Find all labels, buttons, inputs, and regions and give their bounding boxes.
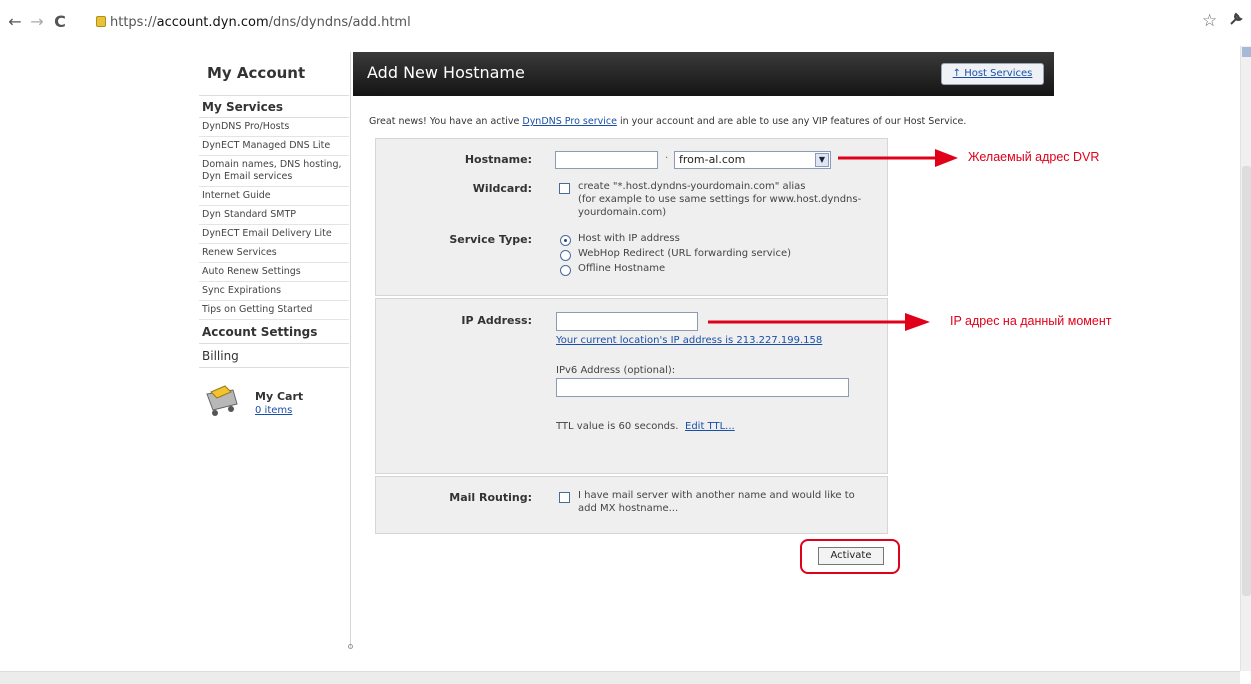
mail-routing-text-2: add MX hostname... xyxy=(578,503,679,514)
horizontal-scrollbar[interactable] xyxy=(0,671,1240,684)
arrow-icon-ip xyxy=(708,313,930,331)
sidebar-services-header[interactable]: My Services xyxy=(199,96,349,118)
mail-routing-label: Mail Routing: xyxy=(449,491,532,504)
chevron-down-icon: ▼ xyxy=(815,153,829,167)
back-icon[interactable]: ← xyxy=(6,12,24,32)
wildcard-text-1: create "*.host.dyndns-yourdomain.com" al… xyxy=(578,181,806,192)
host-services-button[interactable]: ↑ Host Services xyxy=(941,63,1044,85)
url-prefix: https:// xyxy=(110,15,157,30)
service-radio-offline[interactable] xyxy=(560,265,571,276)
sidebar-item-renew-services[interactable]: Renew Services xyxy=(199,244,349,263)
service-option-offline: Offline Hostname xyxy=(578,263,666,274)
pro-service-notice: Great news! You have an active DynDNS Pr… xyxy=(369,116,966,127)
wrench-menu-icon[interactable] xyxy=(1229,11,1243,30)
vertical-scrollbar[interactable] xyxy=(1240,46,1251,671)
hostname-label: Hostname: xyxy=(464,153,532,166)
domain-selected-value: from-al.com xyxy=(679,153,746,166)
sidebar-account-settings[interactable]: Account Settings xyxy=(199,320,349,344)
service-radio-host[interactable] xyxy=(560,235,571,246)
ipv6-input[interactable] xyxy=(556,378,849,397)
wildcard-label: Wildcard: xyxy=(472,182,532,195)
sidebar-item-sync-expirations[interactable]: Sync Expirations xyxy=(199,282,349,301)
reload-icon[interactable]: C xyxy=(51,12,69,32)
cart-icon xyxy=(206,385,238,416)
annotation-dvr-address: Желаемый адрес DVR xyxy=(968,150,1100,164)
scroll-thumb[interactable] xyxy=(1242,166,1251,596)
sidebar-item-domain-names[interactable]: Domain names, DNS hosting, Dyn Email ser… xyxy=(199,156,349,187)
sidebar-item-internet-guide[interactable]: Internet Guide xyxy=(199,187,349,206)
hostname-input[interactable] xyxy=(555,151,658,169)
sidebar-item-standard-smtp[interactable]: Dyn Standard SMTP xyxy=(199,206,349,225)
wildcard-text-3: yourdomain.com) xyxy=(578,207,667,218)
dyndns-pro-link[interactable]: DynDNS Pro service xyxy=(522,116,617,127)
mail-routing-text-1: I have mail server with another name and… xyxy=(578,490,855,501)
ipv6-label: IPv6 Address (optional): xyxy=(556,365,676,376)
hostname-panel: Hostname: · from-al.com ▼ Wildcard: crea… xyxy=(375,138,888,296)
notice-text-end: in your account and are able to use any … xyxy=(616,116,967,127)
activate-highlight: Activate xyxy=(800,539,900,574)
page-header: Add New Hostname ↑ Host Services xyxy=(353,52,1054,96)
wildcard-checkbox[interactable] xyxy=(559,183,570,194)
ip-address-input[interactable] xyxy=(556,312,698,331)
notice-text: Great news! You have an active xyxy=(369,116,523,127)
my-cart[interactable]: My Cart 0 items xyxy=(199,376,349,436)
ttl-text: TTL value is 60 seconds. xyxy=(556,421,679,432)
edit-ttl-link[interactable]: Edit TTL... xyxy=(685,420,735,433)
cart-items-link[interactable]: 0 items xyxy=(255,405,292,416)
sidebar-item-tips[interactable]: Tips on Getting Started xyxy=(199,301,349,320)
sidebar-item-dyndns-pro[interactable]: DynDNS Pro/Hosts xyxy=(199,118,349,137)
scroll-up-icon[interactable] xyxy=(1242,47,1251,57)
sidebar-divider xyxy=(350,52,351,648)
ip-address-label: IP Address: xyxy=(461,314,532,327)
cart-title: My Cart xyxy=(255,390,304,403)
service-radio-webhop[interactable] xyxy=(560,250,571,261)
browser-toolbar: ← → C https://account.dyn.com/dns/dyndns… xyxy=(0,0,1251,46)
sidebar: My Account My Services DynDNS Pro/Hosts … xyxy=(199,52,349,436)
sidebar-billing[interactable]: Billing xyxy=(199,344,349,368)
service-option-webhop: WebHop Redirect (URL forwarding service) xyxy=(578,248,792,259)
mail-routing-panel: Mail Routing: I have mail server with an… xyxy=(375,476,888,534)
domain-select[interactable]: from-al.com ▼ xyxy=(674,151,831,169)
wildcard-text-2: (for example to use same settings for ww… xyxy=(578,194,862,205)
wrench-icon xyxy=(1230,12,1243,25)
forward-icon[interactable]: → xyxy=(28,12,46,32)
service-option-host: Host with IP address xyxy=(578,233,680,244)
hostname-dot: · xyxy=(665,153,669,164)
activate-button[interactable]: Activate xyxy=(818,547,884,565)
url-host: account.dyn.com xyxy=(156,15,269,30)
sidebar-item-auto-renew[interactable]: Auto Renew Settings xyxy=(199,263,349,282)
sidebar-item-dynect-managed-dns[interactable]: DynECT Managed DNS Lite xyxy=(199,137,349,156)
resize-dot xyxy=(348,644,353,649)
mail-routing-checkbox[interactable] xyxy=(559,492,570,503)
sidebar-title: My Account xyxy=(199,52,349,96)
bookmark-star-icon[interactable]: ☆ xyxy=(1202,11,1217,31)
annotation-current-ip: IP адрес на данный момент xyxy=(950,314,1112,328)
arrow-icon-hostname xyxy=(838,149,958,167)
service-type-label: Service Type: xyxy=(449,233,532,246)
lock-icon xyxy=(96,16,106,27)
address-bar[interactable]: https://account.dyn.com/dns/dyndns/add.h… xyxy=(96,13,411,33)
sidebar-item-email-delivery[interactable]: DynECT Email Delivery Lite xyxy=(199,225,349,244)
url-path: /dns/dyndns/add.html xyxy=(268,15,411,30)
page-title: Add New Hostname xyxy=(367,63,525,82)
